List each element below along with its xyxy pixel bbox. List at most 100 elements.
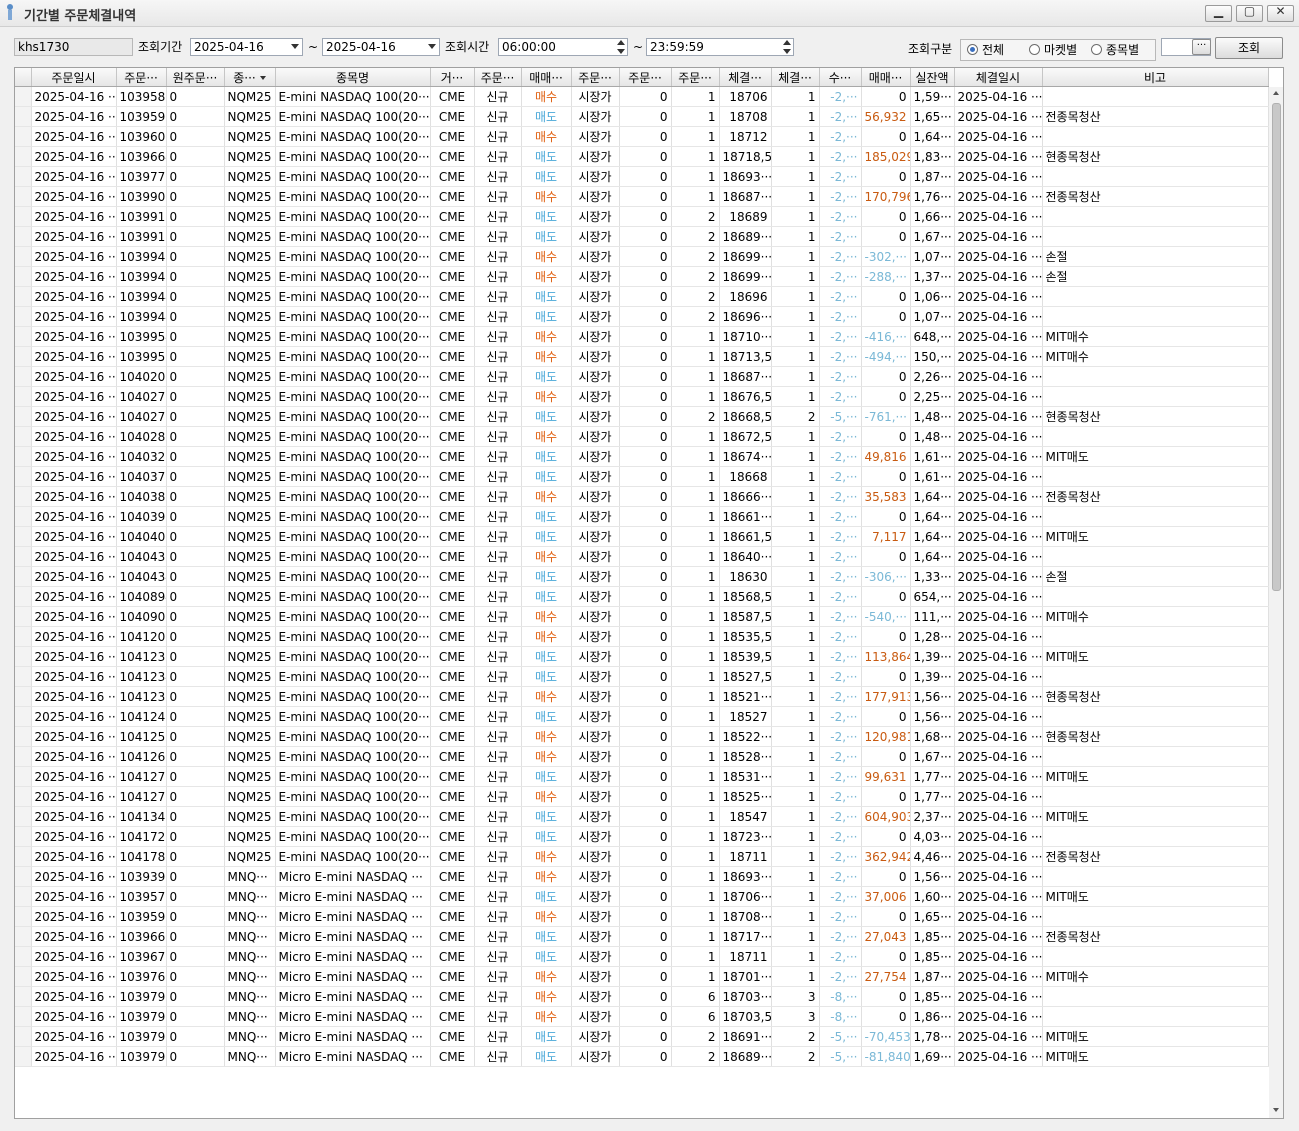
- row-header[interactable]: [15, 406, 32, 427]
- row-header[interactable]: [15, 546, 32, 567]
- row-header[interactable]: [15, 466, 32, 487]
- row-header[interactable]: [15, 126, 32, 147]
- row-header[interactable]: [15, 1026, 32, 1047]
- row-header[interactable]: [15, 786, 32, 807]
- row-header[interactable]: [15, 806, 32, 827]
- table-row[interactable]: 2025-04-16 ···10399540NQM25E-mini NASDAQ…: [15, 326, 1269, 347]
- table-row[interactable]: 2025-04-16 ···10393910MNQ···Micro E-mini…: [15, 866, 1269, 887]
- table-row[interactable]: 2025-04-16 ···10396640NQM25E-mini NASDAQ…: [15, 146, 1269, 167]
- table-row[interactable]: 2025-04-16 ···10397970MNQ···Micro E-mini…: [15, 1046, 1269, 1067]
- table-row[interactable]: 2025-04-16 ···10396000NQM25E-mini NASDAQ…: [15, 126, 1269, 147]
- search-button[interactable]: 조회: [1215, 37, 1283, 59]
- date-to-combo[interactable]: 2025-04-16: [322, 38, 440, 56]
- row-header[interactable]: [15, 746, 32, 767]
- row-header[interactable]: [15, 426, 32, 447]
- row-header[interactable]: [15, 166, 32, 187]
- column-header[interactable]: 주문···: [619, 68, 672, 87]
- row-header[interactable]: [15, 726, 32, 747]
- column-header[interactable]: 주문···: [116, 68, 167, 87]
- table-row[interactable]: 2025-04-16 ···10413490NQM25E-mini NASDAQ…: [15, 806, 1269, 827]
- table-row[interactable]: 2025-04-16 ···10395720MNQ···Micro E-mini…: [15, 886, 1269, 907]
- row-header[interactable]: [15, 586, 32, 607]
- minimize-button[interactable]: ▁: [1205, 4, 1232, 22]
- column-header[interactable]: 매매···: [521, 68, 572, 87]
- scroll-up-icon[interactable]: [1273, 91, 1279, 95]
- table-row[interactable]: 2025-04-16 ···10402790NQM25E-mini NASDAQ…: [15, 406, 1269, 427]
- row-header[interactable]: [15, 766, 32, 787]
- column-header[interactable]: 주문···: [671, 68, 720, 87]
- scroll-thumb[interactable]: [1272, 103, 1281, 591]
- column-header[interactable]: 매매···: [861, 68, 911, 87]
- row-header[interactable]: [15, 886, 32, 907]
- table-row[interactable]: 2025-04-16 ···10399440NQM25E-mini NASDAQ…: [15, 286, 1269, 307]
- table-row[interactable]: 2025-04-16 ···10403800NQM25E-mini NASDAQ…: [15, 486, 1269, 507]
- table-row[interactable]: 2025-04-16 ···10399440NQM25E-mini NASDAQ…: [15, 306, 1269, 327]
- table-row[interactable]: 2025-04-16 ···10396710MNQ···Micro E-mini…: [15, 946, 1269, 967]
- column-header[interactable]: 체결···: [719, 68, 772, 87]
- row-header[interactable]: [15, 906, 32, 927]
- row-header[interactable]: [15, 1046, 32, 1067]
- date-from-combo[interactable]: 2025-04-16: [190, 38, 303, 56]
- row-header[interactable]: [15, 946, 32, 967]
- row-header[interactable]: [15, 966, 32, 987]
- time-to-spinner[interactable]: 23:59:59: [646, 38, 794, 56]
- row-header[interactable]: [15, 386, 32, 407]
- time-from-spinner[interactable]: 06:00:00: [498, 38, 628, 56]
- table-row[interactable]: 2025-04-16 ···10397750NQM25E-mini NASDAQ…: [15, 166, 1269, 187]
- table-row[interactable]: 2025-04-16 ···10404340NQM25E-mini NASDAQ…: [15, 566, 1269, 587]
- table-row[interactable]: 2025-04-16 ···10402810NQM25E-mini NASDAQ…: [15, 426, 1269, 447]
- table-row[interactable]: 2025-04-16 ···10412780NQM25E-mini NASDAQ…: [15, 786, 1269, 807]
- row-header[interactable]: [15, 626, 32, 647]
- table-row[interactable]: 2025-04-16 ···10403970NQM25E-mini NASDAQ…: [15, 506, 1269, 527]
- table-row[interactable]: 2025-04-16 ···10399570NQM25E-mini NASDAQ…: [15, 346, 1269, 367]
- column-header[interactable]: 주문···: [571, 68, 620, 87]
- maximize-button[interactable]: ▢: [1236, 4, 1263, 22]
- symbol-search-button[interactable]: ···: [1192, 39, 1211, 55]
- row-header[interactable]: [15, 1006, 32, 1027]
- table-row[interactable]: 2025-04-16 ···10397930MNQ···Micro E-mini…: [15, 1006, 1269, 1027]
- table-row[interactable]: 2025-04-16 ···10409060NQM25E-mini NASDAQ…: [15, 606, 1269, 627]
- table-row[interactable]: 2025-04-16 ···10399400NQM25E-mini NASDAQ…: [15, 246, 1269, 267]
- table-row[interactable]: 2025-04-16 ···10412470NQM25E-mini NASDAQ…: [15, 706, 1269, 727]
- row-header[interactable]: [15, 306, 32, 327]
- row-header[interactable]: [15, 266, 32, 287]
- column-header[interactable]: 수···: [819, 68, 862, 87]
- row-header[interactable]: [15, 286, 32, 307]
- table-row[interactable]: 2025-04-16 ···10412500NQM25E-mini NASDAQ…: [15, 726, 1269, 747]
- table-row[interactable]: 2025-04-16 ···10403200NQM25E-mini NASDAQ…: [15, 446, 1269, 467]
- account-field[interactable]: khs1730: [14, 38, 133, 56]
- column-header[interactable]: 비고: [1042, 68, 1269, 87]
- table-row[interactable]: 2025-04-16 ···10417290NQM25E-mini NASDAQ…: [15, 826, 1269, 847]
- row-header[interactable]: [15, 666, 32, 687]
- row-header[interactable]: [15, 226, 32, 247]
- table-row[interactable]: 2025-04-16 ···10402030NQM25E-mini NASDAQ…: [15, 366, 1269, 387]
- spinner-icon[interactable]: [783, 40, 791, 54]
- table-row[interactable]: 2025-04-16 ···10397930MNQ···Micro E-mini…: [15, 986, 1269, 1007]
- row-header[interactable]: [15, 366, 32, 387]
- table-row[interactable]: 2025-04-16 ···10399400NQM25E-mini NASDAQ…: [15, 266, 1269, 287]
- row-header[interactable]: [15, 146, 32, 167]
- table-row[interactable]: 2025-04-16 ···10402770NQM25E-mini NASDAQ…: [15, 386, 1269, 407]
- row-header[interactable]: [15, 706, 32, 727]
- row-header[interactable]: [15, 606, 32, 627]
- table-row[interactable]: 2025-04-16 ···10404330NQM25E-mini NASDAQ…: [15, 546, 1269, 567]
- table-row[interactable]: 2025-04-16 ···10412090NQM25E-mini NASDAQ…: [15, 626, 1269, 647]
- column-header[interactable]: 종목명: [275, 68, 431, 87]
- table-row[interactable]: 2025-04-16 ···10397620MNQ···Micro E-mini…: [15, 966, 1269, 987]
- column-header[interactable]: 주문일시: [31, 68, 117, 87]
- column-header[interactable]: 원주문···: [166, 68, 225, 87]
- row-header[interactable]: [15, 186, 32, 207]
- table-row[interactable]: 2025-04-16 ···10395960MNQ···Micro E-mini…: [15, 906, 1269, 927]
- column-header[interactable]: 주문···: [474, 68, 522, 87]
- column-header[interactable]: 체결···: [771, 68, 820, 87]
- column-header[interactable]: 체결일시: [954, 68, 1043, 87]
- table-row[interactable]: 2025-04-16 ···10412730NQM25E-mini NASDAQ…: [15, 766, 1269, 787]
- column-header[interactable]: 실잔액: [910, 68, 955, 87]
- row-header[interactable]: [15, 826, 32, 847]
- table-row[interactable]: 2025-04-16 ···10396660MNQ···Micro E-mini…: [15, 926, 1269, 947]
- row-header[interactable]: [15, 846, 32, 867]
- row-header[interactable]: [15, 866, 32, 887]
- row-header[interactable]: [15, 986, 32, 1007]
- vertical-scrollbar[interactable]: [1269, 87, 1283, 1118]
- spinner-icon[interactable]: [617, 40, 625, 54]
